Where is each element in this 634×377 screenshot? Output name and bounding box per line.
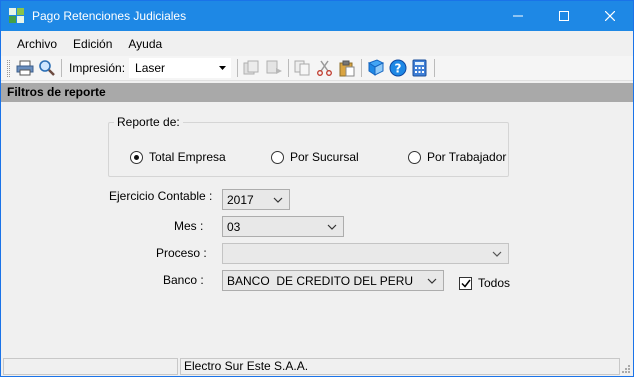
maximize-button[interactable] [541, 1, 587, 31]
main-window: Pago Retenciones Judiciales Archivo Edic… [0, 0, 634, 377]
ejercicio-label: Ejercicio Contable : [109, 189, 213, 203]
banco-select[interactable]: BANCO DE CREDITO DEL PERU [222, 270, 444, 291]
banco-label: Banco : [163, 273, 204, 287]
clipboard-icon [339, 60, 355, 76]
ejercicio-value: 2017 [227, 192, 254, 207]
scissors-icon [317, 60, 332, 76]
minimize-button[interactable] [495, 1, 541, 31]
filter-header: Filtros de reporte [1, 83, 633, 102]
radio-dot-selected[interactable] [130, 150, 143, 164]
radio-label: Por Trabajador [427, 150, 507, 164]
calculator-icon [412, 59, 427, 77]
mes-select[interactable]: 03 [222, 216, 344, 237]
preview-button[interactable] [36, 57, 58, 79]
resize-grip-icon[interactable] [621, 364, 631, 374]
checkmark-icon [460, 279, 471, 288]
copy-button[interactable] [292, 57, 314, 79]
toolbar-separator [61, 59, 62, 77]
chevron-down-icon [327, 224, 337, 230]
svg-text:?: ? [395, 62, 402, 76]
app-grid-icon [9, 8, 25, 24]
minimize-icon [513, 15, 523, 17]
window-title: Pago Retenciones Judiciales [32, 9, 187, 23]
chevron-down-icon [427, 278, 437, 284]
help-button[interactable]: ? [387, 57, 409, 79]
menu-ayuda[interactable]: Ayuda [120, 32, 170, 56]
title-bar[interactable]: Pago Retenciones Judiciales [1, 1, 633, 31]
copy-icon [294, 60, 310, 76]
export-button[interactable] [241, 57, 263, 79]
calculator-button[interactable] [409, 57, 431, 79]
export-pages-icon [243, 60, 259, 75]
manual-button[interactable] [365, 57, 387, 79]
mes-value: 03 [227, 219, 241, 234]
maximize-icon [559, 11, 569, 21]
chevron-down-icon [219, 66, 227, 70]
radio-por-sucursal[interactable]: Por Sucursal [271, 150, 359, 164]
book-icon [367, 59, 385, 76]
radio-por-trabajador[interactable]: Por Trabajador [408, 150, 506, 164]
chevron-down-icon [273, 197, 283, 203]
send-button[interactable] [263, 57, 285, 79]
magnifier-icon [39, 60, 55, 76]
close-icon [605, 11, 615, 21]
print-button[interactable] [14, 57, 36, 79]
reporte-group-label: Reporte de: [114, 115, 183, 129]
menu-edicion[interactable]: Edición [65, 32, 120, 56]
status-bar: Electro Sur Este S.A.A. [1, 357, 633, 376]
toolbar-grip[interactable] [7, 59, 10, 77]
radio-total-empresa[interactable]: Total Empresa [130, 150, 226, 164]
impresion-value: Laser [135, 61, 166, 75]
ejercicio-select[interactable]: 2017 [222, 189, 290, 210]
proceso-select[interactable] [222, 243, 509, 264]
toolbar: Impresión: Laser ? [1, 56, 633, 81]
toolbar-separator [434, 59, 436, 77]
close-button[interactable] [587, 1, 633, 31]
radio-label: Por Sucursal [290, 150, 359, 164]
status-panel-left [3, 358, 178, 375]
send-pages-icon [266, 60, 283, 74]
toolbar-separator [288, 59, 290, 77]
help-icon: ? [389, 59, 407, 77]
toolbar-separator [361, 59, 363, 77]
paste-button[interactable] [336, 57, 358, 79]
cut-button[interactable] [314, 57, 336, 79]
todos-checkbox[interactable]: Todos [459, 276, 510, 290]
mes-label: Mes : [174, 219, 204, 233]
menu-archivo[interactable]: Archivo [9, 32, 65, 56]
checkbox-box[interactable] [459, 276, 472, 290]
printer-icon [16, 60, 34, 76]
radio-label: Total Empresa [149, 150, 226, 164]
menu-bar: Archivo Edición Ayuda [1, 32, 633, 56]
status-panel-company: Electro Sur Este S.A.A. [180, 358, 620, 375]
todos-label: Todos [478, 276, 511, 290]
radio-dot[interactable] [271, 150, 284, 164]
impresion-label: Impresión: [69, 61, 126, 75]
proceso-label: Proceso : [156, 246, 207, 260]
impresion-select[interactable]: Laser [129, 58, 232, 78]
banco-value: BANCO DE CREDITO DEL PERU [227, 273, 414, 288]
chevron-down-icon [492, 251, 502, 257]
toolbar-separator [237, 59, 239, 77]
radio-dot[interactable] [408, 150, 421, 164]
